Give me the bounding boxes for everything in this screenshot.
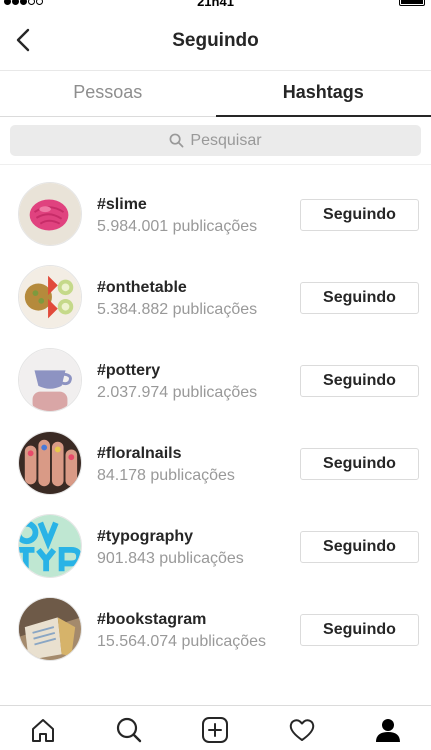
hashtag-name: #slime xyxy=(97,196,147,213)
post-count: 5.984.001 publicações xyxy=(97,218,258,235)
following-button[interactable]: Seguindo xyxy=(300,282,419,314)
hashtag-thumbnail xyxy=(18,182,82,246)
hashtag-thumbnail xyxy=(18,348,82,412)
search-icon xyxy=(169,133,184,148)
hashtag-thumbnail xyxy=(18,431,82,495)
search-section: Pesquisar xyxy=(0,117,431,165)
hashtag-thumbnail xyxy=(18,514,82,578)
post-count: 5.384.882 publicações xyxy=(97,301,258,318)
following-button[interactable]: Seguindo xyxy=(300,614,419,646)
post-count: 2.037.974 publicações xyxy=(97,384,258,401)
tab-people[interactable]: Pessoas xyxy=(0,71,216,117)
following-button[interactable]: Seguindo xyxy=(300,531,419,563)
hashtag-name: #bookstagram xyxy=(97,611,207,628)
following-button[interactable]: Seguindo xyxy=(300,365,419,397)
following-button[interactable]: Seguindo xyxy=(300,199,419,231)
list-item[interactable]: #onthetable 5.384.882 publicações Seguin… xyxy=(0,249,431,331)
tab-hashtags[interactable]: Hashtags xyxy=(215,71,431,117)
profile-icon[interactable] xyxy=(373,716,403,746)
search-placeholder: Pesquisar xyxy=(190,131,262,149)
list-item[interactable]: #pottery 2.037.974 publicações Seguindo xyxy=(0,332,431,414)
hashtag-thumbnail xyxy=(18,265,82,329)
following-button[interactable]: Seguindo xyxy=(300,448,419,480)
post-count: 84.178 publicações xyxy=(97,467,235,484)
post-count: 15.564.074 publicações xyxy=(97,633,267,650)
page-title: Seguindo xyxy=(172,30,259,51)
list-item[interactable]: #bookstagram 15.564.074 publicações Segu… xyxy=(0,581,431,663)
hashtag-name: #typography xyxy=(97,528,194,545)
search-input[interactable]: Pesquisar xyxy=(10,125,421,156)
home-icon[interactable] xyxy=(28,716,58,746)
hashtag-name: #pottery xyxy=(97,362,161,379)
list-item[interactable]: #floralnails 84.178 publicações Seguindo xyxy=(0,415,431,497)
explore-search-icon[interactable] xyxy=(114,716,144,746)
post-count: 901.843 publicações xyxy=(97,550,244,567)
hashtag-name: #floralnails xyxy=(97,445,182,462)
activity-heart-icon[interactable] xyxy=(287,716,317,746)
status-time: 21h41 xyxy=(197,0,234,9)
list-item[interactable]: #typography 901.843 publicações Seguindo xyxy=(0,498,431,580)
list-item[interactable]: #slime 5.984.001 publicações Seguindo xyxy=(0,166,431,248)
status-bar: 21h41 xyxy=(0,0,431,10)
hashtag-thumbnail xyxy=(18,597,82,661)
bottom-nav xyxy=(0,705,431,750)
battery-icon xyxy=(399,0,425,6)
nav-header: Seguindo xyxy=(0,10,431,70)
hashtag-name: #onthetable xyxy=(97,279,187,296)
new-post-icon[interactable] xyxy=(200,716,230,746)
tab-strip: Pessoas Hashtags xyxy=(0,70,431,117)
